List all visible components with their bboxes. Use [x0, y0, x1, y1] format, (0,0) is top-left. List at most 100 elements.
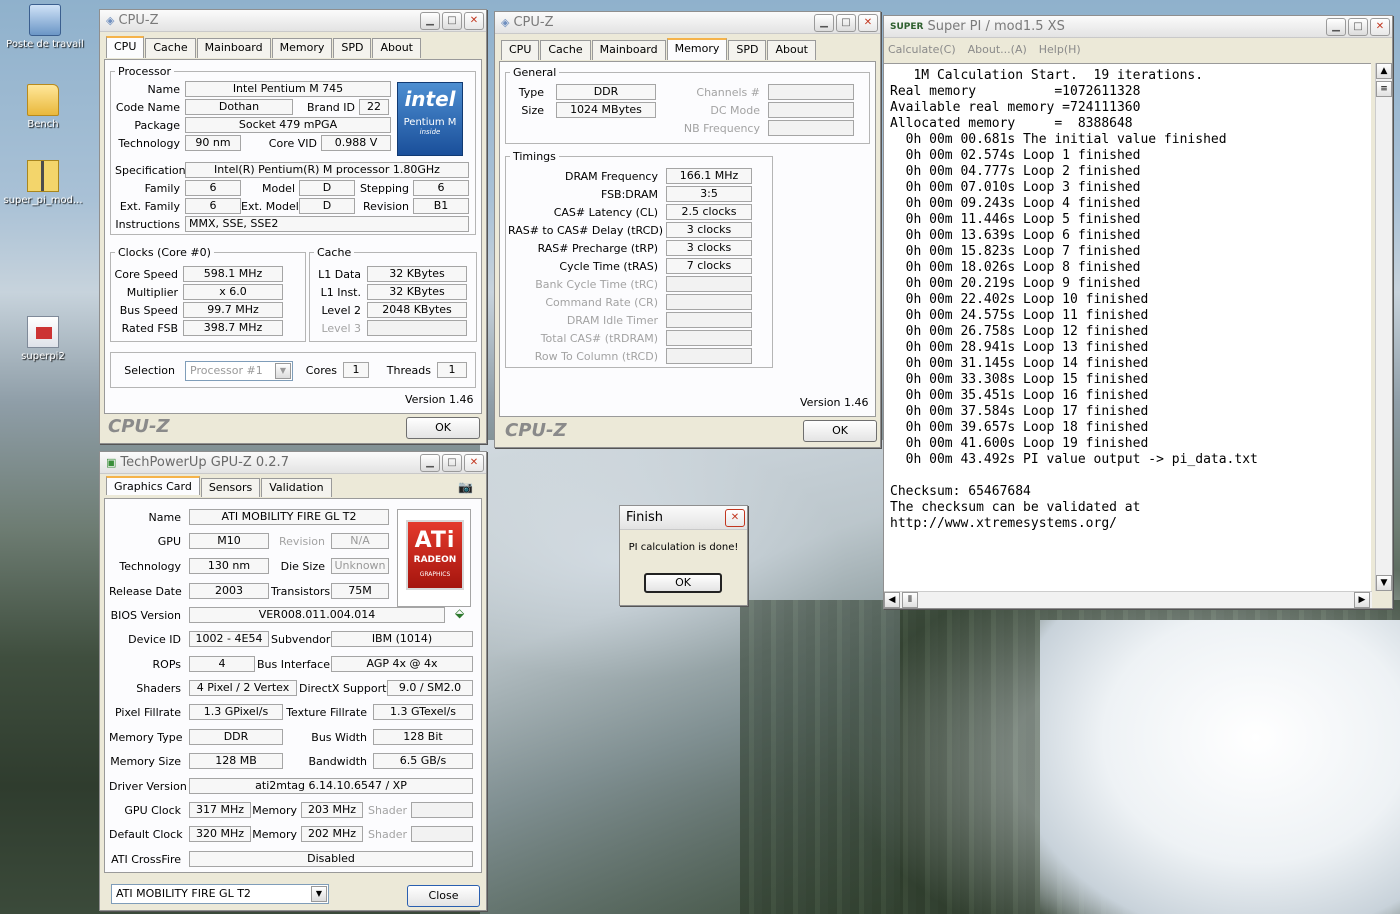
scroll-thumb[interactable]: ⦀ [902, 592, 918, 608]
console-line: 0h 00m 00.681s The initial value finishe… [890, 132, 1227, 147]
scroll-left-icon[interactable]: ◀ [884, 592, 900, 608]
directx-value: 9.0 / SM2.0 [387, 680, 473, 696]
desktop-icon-label: Poste de travail [6, 39, 84, 50]
close-button[interactable]: Close [407, 885, 480, 907]
menu-help[interactable]: Help(H) [1039, 43, 1081, 56]
console-line: 0h 00m 02.574s Loop 1 finished [890, 148, 1141, 163]
logo-text: intel [404, 87, 456, 111]
ok-button[interactable]: OK [644, 573, 722, 593]
title-bar[interactable]: ◈ CPU-Z ▁ □ ✕ [100, 10, 486, 32]
tab-about[interactable]: About [767, 40, 816, 60]
chevron-down-icon[interactable]: ▼ [275, 363, 291, 379]
field-label: Model [261, 182, 295, 195]
logo-text: GRAPHICS [419, 571, 451, 578]
menu-calculate[interactable]: Calculate(C) [888, 43, 956, 56]
field-label: Texture Fillrate [286, 706, 367, 719]
tab-cache[interactable]: Cache [145, 38, 196, 58]
desktop-icon-super-pi-zip[interactable]: super_pi_mod... [0, 160, 88, 206]
camera-icon[interactable]: 📷 [458, 480, 473, 494]
tab-cache[interactable]: Cache [540, 40, 591, 60]
close-icon[interactable]: ✕ [725, 508, 745, 527]
title-bar[interactable]: Finish ✕ [620, 506, 747, 530]
console-line: 0h 00m 11.446s Loop 5 finished [890, 212, 1141, 227]
ok-button[interactable]: OK [406, 417, 480, 439]
bandwidth-value: 6.5 GB/s [373, 753, 473, 769]
menu-about[interactable]: About...(A) [968, 43, 1027, 56]
scroll-thumb[interactable]: ≡ [1376, 81, 1392, 97]
minimize-icon[interactable]: ▁ [420, 453, 440, 472]
timing-value [666, 276, 752, 292]
desktop-icon-my-computer[interactable]: Poste de travail [0, 4, 90, 50]
timing-label: Bank Cycle Time (tRC) [535, 278, 658, 291]
tab-memory[interactable]: Memory [666, 38, 728, 60]
memory-clock-value: 203 MHz [301, 802, 363, 818]
memory-size-value: 128 MB [189, 753, 283, 769]
tab-cpu[interactable]: CPU [106, 36, 145, 58]
scroll-right-icon[interactable]: ▶ [1354, 592, 1370, 608]
ok-button[interactable]: OK [803, 420, 877, 442]
channels-value [768, 84, 854, 100]
close-icon[interactable]: ✕ [858, 13, 878, 32]
timing-label: Command Rate (CR) [545, 296, 658, 309]
maximize-icon[interactable]: □ [836, 13, 856, 32]
tab-spd[interactable]: SPD [728, 40, 767, 60]
specification-value: Intel(R) Pentium(R) M processor 1.80GHz [185, 162, 469, 178]
tab-graphics-card[interactable]: Graphics Card [106, 476, 200, 495]
tab-mainboard[interactable]: Mainboard [591, 40, 666, 60]
folder-icon [27, 84, 59, 116]
console-line: Available real memory =724111360 [890, 100, 1141, 115]
dialog-title: Finish [626, 510, 664, 525]
scroll-down-icon[interactable]: ▼ [1376, 575, 1392, 591]
chevron-down-icon[interactable]: ▼ [311, 886, 327, 902]
tab-memory[interactable]: Memory [271, 38, 333, 58]
processor-select[interactable]: Processor #1 ▼ [185, 361, 293, 381]
field-label: Stepping [359, 182, 409, 195]
title-bar[interactable]: SUPER Super PI / mod1.5 XS ▁ □ ✕ [884, 16, 1392, 38]
minimize-icon[interactable]: ▁ [420, 11, 440, 30]
title-bar[interactable]: ◈ CPU-Z ▁ □ ✕ [495, 12, 880, 34]
field-label: Bandwidth [308, 755, 367, 768]
crossfire-value: Disabled [189, 851, 473, 867]
tab-spd[interactable]: SPD [333, 38, 372, 58]
timing-value [666, 294, 752, 310]
horizontal-scrollbar[interactable]: ◀ ⦀ ▶ [884, 591, 1372, 608]
timing-label: DRAM Frequency [564, 170, 658, 183]
tab-about[interactable]: About [372, 38, 421, 58]
scroll-up-icon[interactable]: ▲ [1376, 63, 1392, 79]
desktop-icon-bench[interactable]: Bench [0, 84, 88, 130]
field-label: Release Date [109, 585, 182, 598]
maximize-icon[interactable]: □ [442, 453, 462, 472]
maximize-icon[interactable]: □ [442, 11, 462, 30]
card-select[interactable]: ATI MOBILITY FIRE GL T2 ▼ [111, 884, 329, 904]
close-icon[interactable]: ✕ [464, 453, 484, 472]
maximize-icon[interactable]: □ [1348, 17, 1368, 36]
field-label: Memory Type [109, 731, 183, 744]
field-label: Name [147, 83, 180, 96]
logo-text: ATi [414, 528, 456, 553]
field-label: Die Size [280, 560, 325, 573]
close-icon[interactable]: ✕ [1370, 17, 1390, 36]
group-legend: General [513, 66, 557, 79]
desktop-icon-label: Bench [27, 119, 59, 130]
console-line: 0h 00m 15.823s Loop 7 finished [890, 244, 1141, 259]
tab-validation[interactable]: Validation [261, 478, 332, 497]
console-line: 0h 00m 43.492s PI value output -> pi_dat… [890, 452, 1258, 467]
minimize-icon[interactable]: ▁ [814, 13, 834, 32]
bus-speed-value: 99.7 MHz [183, 302, 283, 318]
ati-radeon-logo: ATi RADEON GRAPHICS [397, 509, 471, 607]
field-label: Core Speed [114, 268, 178, 281]
vertical-scrollbar[interactable]: ▲ ≡ ▼ [1375, 63, 1392, 591]
minimize-icon[interactable]: ▁ [1326, 17, 1346, 36]
tab-cpu[interactable]: CPU [501, 40, 540, 60]
close-icon[interactable]: ✕ [464, 11, 484, 30]
console-line: Allocated memory = 8388648 [890, 116, 1133, 131]
tab-sensors[interactable]: Sensors [200, 478, 261, 497]
bios-save-icon[interactable]: ⬙ [455, 606, 464, 620]
threads-value: 1 [437, 362, 467, 378]
ati-logo-badge: ATi RADEON GRAPHICS [406, 520, 464, 590]
tab-mainboard[interactable]: Mainboard [196, 38, 271, 58]
title-bar[interactable]: ▣ TechPowerUp GPU-Z 0.2.7 ▁ □ ✕ [100, 452, 486, 474]
finish-dialog: Finish ✕ PI calculation is done! OK [619, 505, 748, 606]
desktop-icon-superpi2[interactable]: superpi2 [0, 316, 88, 362]
